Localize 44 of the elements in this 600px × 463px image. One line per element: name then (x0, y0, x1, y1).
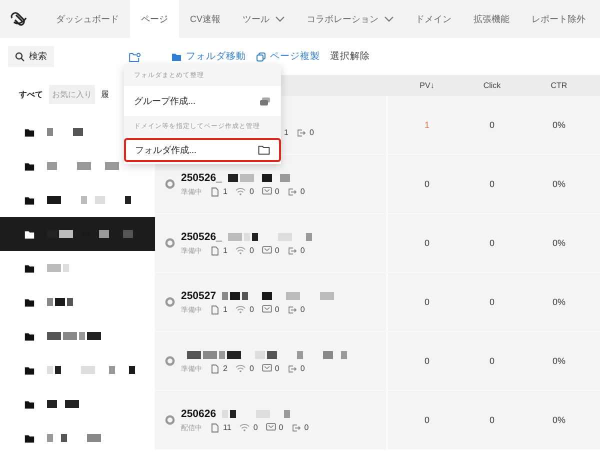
table-cell-text: 0 (423, 238, 430, 248)
table-cell-text: 0% (551, 356, 566, 366)
table-cell-text: 0 (423, 179, 430, 189)
stat-count: 0 (300, 187, 305, 196)
stat-count: 1 (223, 246, 228, 255)
stat-count: 0 (274, 364, 280, 373)
stat-count: 0 (274, 305, 280, 314)
table-cell-text: 0% (551, 120, 566, 130)
stat-count: 0 (309, 128, 314, 137)
stat-count: 0 (274, 246, 280, 255)
table-cell-text: 0% (551, 297, 566, 307)
table-cell-text: 0% (551, 179, 566, 189)
table-cell-text: 0 (423, 356, 430, 366)
stat-count: 0 (253, 423, 258, 432)
table-cell-text: 0 (488, 297, 496, 307)
stat-count: 0 (300, 305, 305, 314)
stat-count: 11 (223, 423, 232, 432)
stat-count: 1 (223, 187, 228, 196)
table-cell-text: 0 (488, 415, 496, 425)
stat-count: 0 (274, 187, 280, 196)
page-name: 250526_ (181, 230, 222, 242)
table-cell-text: 0 (488, 356, 496, 366)
stat-count: 0 (249, 246, 254, 255)
table-cell-text: 0 (488, 179, 496, 189)
stat-count: 1 (284, 128, 288, 137)
table-cell-text: 0 (423, 415, 430, 425)
stat-count: 2 (223, 364, 228, 373)
stat-count: 0 (304, 423, 309, 432)
table-cell-text: 0% (551, 238, 566, 248)
stat-count: 0 (249, 305, 254, 314)
page-name: 250626 (181, 408, 216, 420)
table-cell-text: 0 (488, 120, 496, 130)
page-name: 250527 (181, 290, 216, 302)
table-cell-text: 1 (423, 120, 430, 130)
stat-count: 0 (249, 187, 254, 196)
table-cell-text: 0 (488, 238, 496, 248)
table-cell-text: 0 (423, 297, 430, 307)
stat-count: 1 (223, 305, 228, 314)
stat-count: 0 (249, 364, 254, 373)
stat-count: 0 (300, 364, 305, 373)
stat-count: 0 (300, 246, 305, 255)
page-name: 250526_ (181, 172, 222, 184)
table-cell-text: 0% (551, 415, 566, 425)
stat-count: 0 (278, 423, 284, 432)
